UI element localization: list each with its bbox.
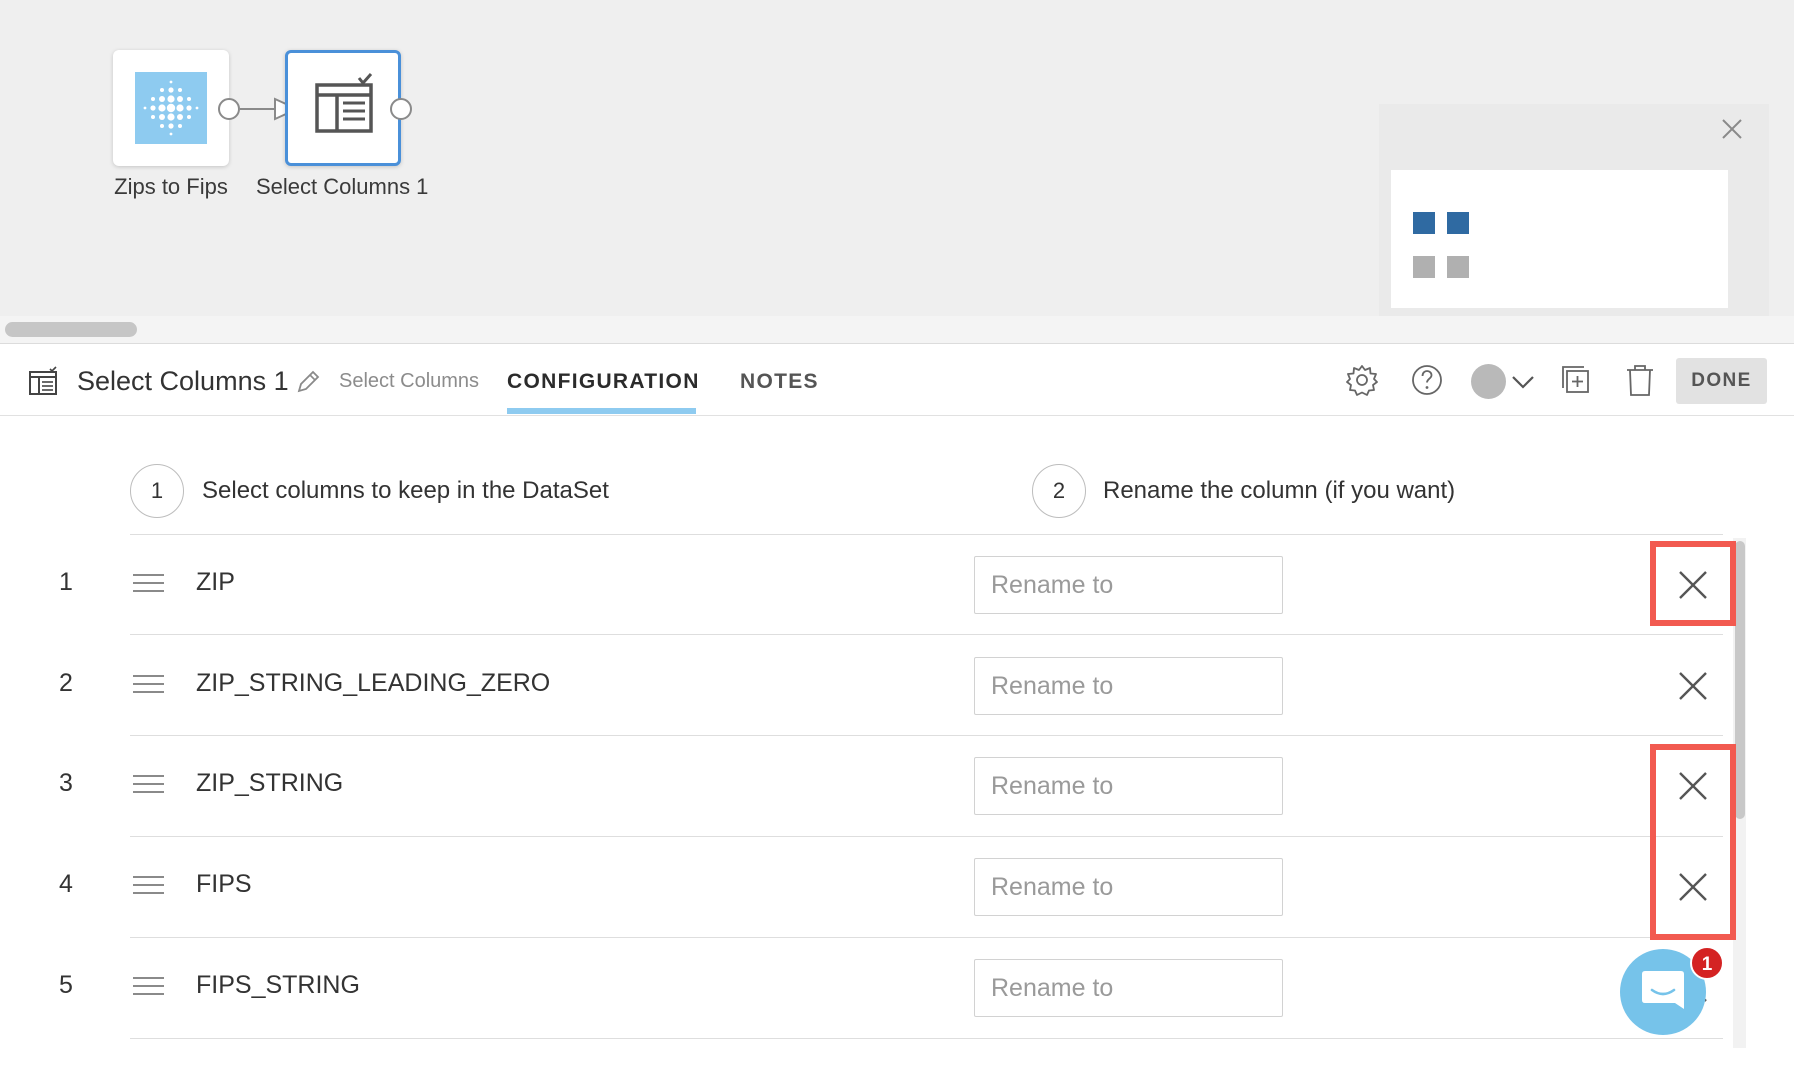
minimap-node <box>1447 256 1469 278</box>
node-zips-to-fips[interactable] <box>113 50 229 166</box>
column-name: FIPS_STRING <box>196 971 360 999</box>
chevron-down-icon[interactable] <box>1511 374 1535 390</box>
highlight-box <box>1650 541 1736 626</box>
row-number: 5 <box>59 971 73 999</box>
column-name: ZIP <box>196 568 235 596</box>
row-number: 1 <box>59 568 73 596</box>
duplicate-icon[interactable] <box>1559 363 1593 397</box>
dataset-icon <box>135 72 207 144</box>
chat-icon <box>1642 971 1684 1009</box>
close-icon[interactable] <box>1675 668 1711 704</box>
row-number: 4 <box>59 870 73 898</box>
done-button[interactable]: DONE <box>1676 358 1767 404</box>
workflow-canvas[interactable]: Zips to Fips Select Columns 1 <box>0 0 1794 316</box>
tile-title: Select Columns 1 <box>77 366 289 396</box>
rename-input[interactable] <box>974 757 1283 815</box>
scrollbar-thumb[interactable] <box>5 322 137 337</box>
row-number: 3 <box>59 769 73 797</box>
select-columns-icon <box>29 366 57 395</box>
output-port[interactable] <box>390 98 412 120</box>
step-number: 2 <box>1032 464 1086 518</box>
status-dot-icon[interactable] <box>1471 364 1506 399</box>
rename-input[interactable] <box>974 556 1283 614</box>
step-number: 1 <box>130 464 184 518</box>
list-item: 3 ZIP_STRING <box>0 735 1794 836</box>
node-select-columns-1[interactable] <box>285 50 401 166</box>
minimap-node <box>1413 212 1435 234</box>
rename-input[interactable] <box>974 959 1283 1017</box>
drag-handle-icon[interactable] <box>133 574 164 594</box>
step-text: Select columns to keep in the DataSet <box>202 477 609 504</box>
drag-handle-icon[interactable] <box>133 775 164 795</box>
drag-handle-icon[interactable] <box>133 977 164 997</box>
panel-header: Select Columns 1 Select Columns CONFIGUR… <box>0 344 1794 416</box>
list-item: 5 FIPS_STRING <box>0 937 1794 1038</box>
help-icon[interactable] <box>1410 363 1444 397</box>
rename-input[interactable] <box>974 858 1283 916</box>
list-item: 2 ZIP_STRING_LEADING_ZERO <box>0 635 1794 736</box>
tile-type-label: Select Columns <box>339 370 480 392</box>
list-item: 1 ZIP <box>0 534 1794 635</box>
minimap[interactable] <box>1379 104 1769 316</box>
divider <box>130 1038 1723 1039</box>
tab-configuration[interactable]: CONFIGURATION <box>507 370 700 394</box>
rename-input[interactable] <box>974 657 1283 715</box>
highlight-box <box>1650 744 1736 940</box>
notification-badge: 1 <box>1690 946 1724 980</box>
column-name: ZIP_STRING <box>196 769 344 797</box>
minimap-viewport <box>1391 170 1728 308</box>
step-text: Rename the column (if you want) <box>1103 477 1456 504</box>
tab-notes[interactable]: NOTES <box>740 370 819 394</box>
pencil-icon[interactable] <box>294 368 322 396</box>
close-icon[interactable] <box>1717 114 1747 144</box>
horizontal-scrollbar[interactable] <box>0 316 1794 344</box>
scrollbar-thumb[interactable] <box>1735 541 1745 819</box>
minimap-node <box>1447 212 1469 234</box>
list-item: 4 FIPS <box>0 836 1794 937</box>
minimap-node <box>1413 256 1435 278</box>
drag-handle-icon[interactable] <box>133 876 164 896</box>
select-columns-icon <box>315 73 373 133</box>
output-port[interactable] <box>218 98 240 120</box>
active-tab-indicator <box>507 408 696 414</box>
column-name: ZIP_STRING_LEADING_ZERO <box>196 669 551 697</box>
drag-handle-icon[interactable] <box>133 675 164 695</box>
column-name: FIPS <box>196 870 252 898</box>
row-number: 2 <box>59 669 73 697</box>
node-label: Select Columns 1 <box>256 174 429 199</box>
gear-icon[interactable] <box>1345 363 1379 397</box>
trash-icon[interactable] <box>1623 363 1657 397</box>
config-steps: 1 Select columns to keep in the DataSet … <box>0 464 1794 518</box>
node-label: Zips to Fips <box>114 174 228 199</box>
connector-line <box>240 108 274 110</box>
